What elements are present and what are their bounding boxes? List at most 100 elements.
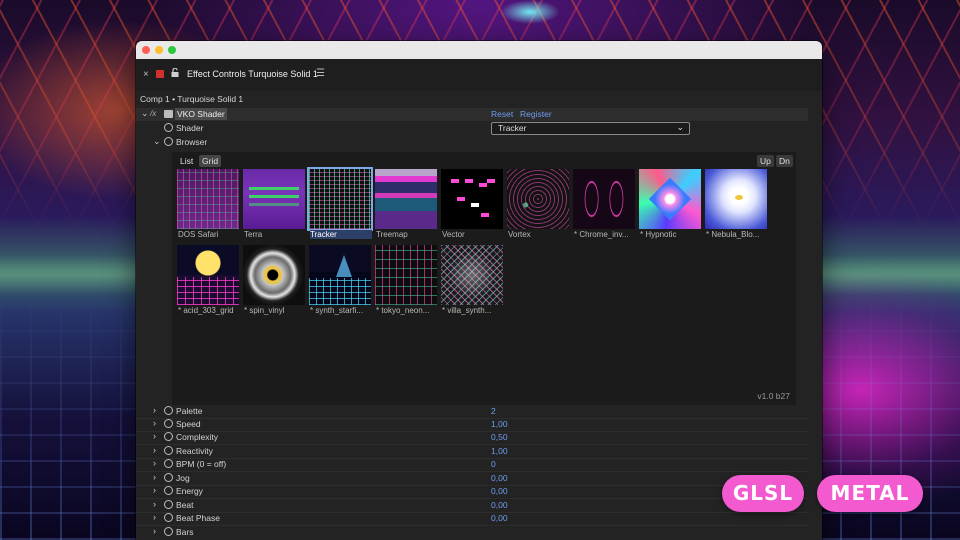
stopwatch-icon[interactable]: [164, 432, 173, 441]
param-label: Browser: [176, 137, 208, 147]
shader-thumbnail[interactable]: Vortex: [507, 169, 569, 241]
thumbnail-caption: Vector: [442, 230, 465, 239]
effect-controls-window: × Effect Controls Turquoise Solid 1 ☰ Co…: [136, 41, 822, 540]
stopwatch-icon[interactable]: [164, 137, 173, 146]
lock-icon[interactable]: [171, 67, 179, 79]
chevron-right-icon[interactable]: ›: [153, 445, 156, 455]
label-color-swatch[interactable]: [156, 70, 164, 78]
panel-title[interactable]: Effect Controls Turquoise Solid 1: [187, 69, 318, 79]
shader-thumbnail[interactable]: * villa_synth...: [441, 245, 503, 317]
param-label: Beat Phase: [176, 513, 220, 523]
list-view-button[interactable]: List: [177, 155, 196, 167]
param-value[interactable]: 1,00: [491, 419, 508, 429]
thumbnail-caption: * tokyo_neon...: [376, 306, 430, 315]
param-value[interactable]: 0,00: [491, 513, 508, 523]
down-button[interactable]: Dn: [776, 155, 793, 167]
stopwatch-icon[interactable]: [164, 513, 173, 522]
param-value[interactable]: 1,00: [491, 446, 508, 456]
shader-thumbnail[interactable]: Vector: [441, 169, 503, 241]
panel-menu-icon[interactable]: ☰: [316, 68, 325, 79]
chevron-down-icon[interactable]: ⌄: [141, 108, 149, 119]
stopwatch-icon[interactable]: [164, 123, 173, 132]
stopwatch-icon[interactable]: [164, 486, 173, 495]
shader-thumbnail[interactable]: * Chrome_inv...: [573, 169, 635, 241]
shader-thumbnail[interactable]: * synth_starfi...: [309, 245, 371, 317]
chevron-right-icon[interactable]: ›: [153, 472, 156, 482]
chevron-down-icon[interactable]: ⌄: [153, 136, 161, 147]
comp-breadcrumb: Comp 1 • Turquoise Solid 1: [140, 94, 244, 104]
stopwatch-icon[interactable]: [164, 527, 173, 536]
thumbnail-image: [375, 245, 437, 305]
fx-toggle[interactable]: /x: [150, 109, 156, 118]
minimize-window-button[interactable]: [155, 46, 163, 54]
param-row-beat-phase: › Beat Phase 0,00: [136, 512, 808, 526]
param-label: Reactivity: [176, 446, 213, 456]
window-titlebar[interactable]: [136, 41, 822, 59]
param-row-speed: › Speed 1,00: [136, 418, 808, 432]
chevron-right-icon[interactable]: ›: [153, 418, 156, 428]
param-value[interactable]: 0,00: [491, 486, 508, 496]
param-label: Complexity: [176, 432, 219, 442]
shader-thumbnail[interactable]: Treemap: [375, 169, 437, 241]
shader-dropdown[interactable]: Tracker ⌄: [491, 122, 690, 135]
shader-thumbnail-selected[interactable]: Tracker: [309, 169, 372, 241]
param-row-browser: ⌄ Browser: [136, 136, 808, 149]
param-label: Bars: [176, 527, 194, 537]
shader-thumbnail[interactable]: Terra: [243, 169, 305, 241]
chevron-right-icon[interactable]: ›: [153, 431, 156, 441]
chevron-right-icon[interactable]: ›: [153, 526, 156, 536]
stopwatch-icon[interactable]: [164, 459, 173, 468]
thumbnail-caption: * villa_synth...: [442, 306, 492, 315]
effect-row-vko-shader[interactable]: ⌄ /x VKO Shader Reset Register: [136, 108, 808, 121]
chevron-right-icon[interactable]: ›: [153, 512, 156, 522]
close-tab-icon[interactable]: ×: [143, 69, 149, 80]
param-label: Energy: [176, 486, 203, 496]
param-value[interactable]: 0,00: [491, 500, 508, 510]
chevron-right-icon[interactable]: ›: [153, 499, 156, 509]
zoom-window-button[interactable]: [168, 46, 176, 54]
param-value[interactable]: 0,50: [491, 432, 508, 442]
thumbnail-caption: * synth_starfi...: [310, 306, 363, 315]
thumbnail-image: [507, 169, 569, 229]
param-label: Palette: [176, 406, 203, 416]
shader-thumbnail[interactable]: * tokyo_neon...: [375, 245, 437, 317]
thumbnail-caption: * Nebula_Blo...: [706, 230, 760, 239]
param-value[interactable]: 0: [491, 459, 496, 469]
param-row-jog: › Jog 0,00: [136, 472, 808, 486]
thumbnail-image: [177, 169, 239, 229]
up-button[interactable]: Up: [757, 155, 774, 167]
param-value[interactable]: 0,00: [491, 473, 508, 483]
shader-thumbnail[interactable]: DOS Safari: [177, 169, 239, 241]
shader-thumbnail[interactable]: * acid_303_grid: [177, 245, 239, 317]
param-value[interactable]: 2: [491, 406, 496, 416]
thumbnail-image: [573, 169, 635, 229]
param-label: Jog: [176, 473, 190, 483]
stopwatch-icon[interactable]: [164, 419, 173, 428]
glsl-badge: GLSL: [722, 475, 804, 512]
thumbnail-caption: Vortex: [508, 230, 531, 239]
stopwatch-icon[interactable]: [164, 406, 173, 415]
chevron-right-icon[interactable]: ›: [153, 458, 156, 468]
close-window-button[interactable]: [142, 46, 150, 54]
version-label: v1.0 b27: [757, 391, 790, 401]
shader-thumbnail[interactable]: * Hypnotic: [639, 169, 701, 241]
stopwatch-icon[interactable]: [164, 500, 173, 509]
thumbnail-caption: DOS Safari: [178, 230, 219, 239]
effect-name[interactable]: VKO Shader: [175, 108, 227, 120]
register-link[interactable]: Register: [520, 109, 552, 119]
reset-link[interactable]: Reset: [491, 109, 513, 119]
thumbnail-caption: Terra: [244, 230, 263, 239]
grid-view-button[interactable]: Grid: [199, 155, 222, 167]
metal-badge: METAL: [817, 475, 923, 512]
thumbnail-image: [441, 169, 503, 229]
panel-tab-bar: × Effect Controls Turquoise Solid 1 ☰: [136, 59, 822, 92]
shader-thumbnail[interactable]: * Nebula_Blo...: [705, 169, 767, 241]
param-label: BPM (0 = off): [176, 459, 227, 469]
thumbnail-image: [705, 169, 767, 229]
param-row-bpm: › BPM (0 = off) 0: [136, 458, 808, 472]
chevron-right-icon[interactable]: ›: [153, 405, 156, 415]
chevron-right-icon[interactable]: ›: [153, 485, 156, 495]
stopwatch-icon[interactable]: [164, 446, 173, 455]
stopwatch-icon[interactable]: [164, 473, 173, 482]
shader-thumbnail[interactable]: * spin_vinyl: [243, 245, 305, 317]
